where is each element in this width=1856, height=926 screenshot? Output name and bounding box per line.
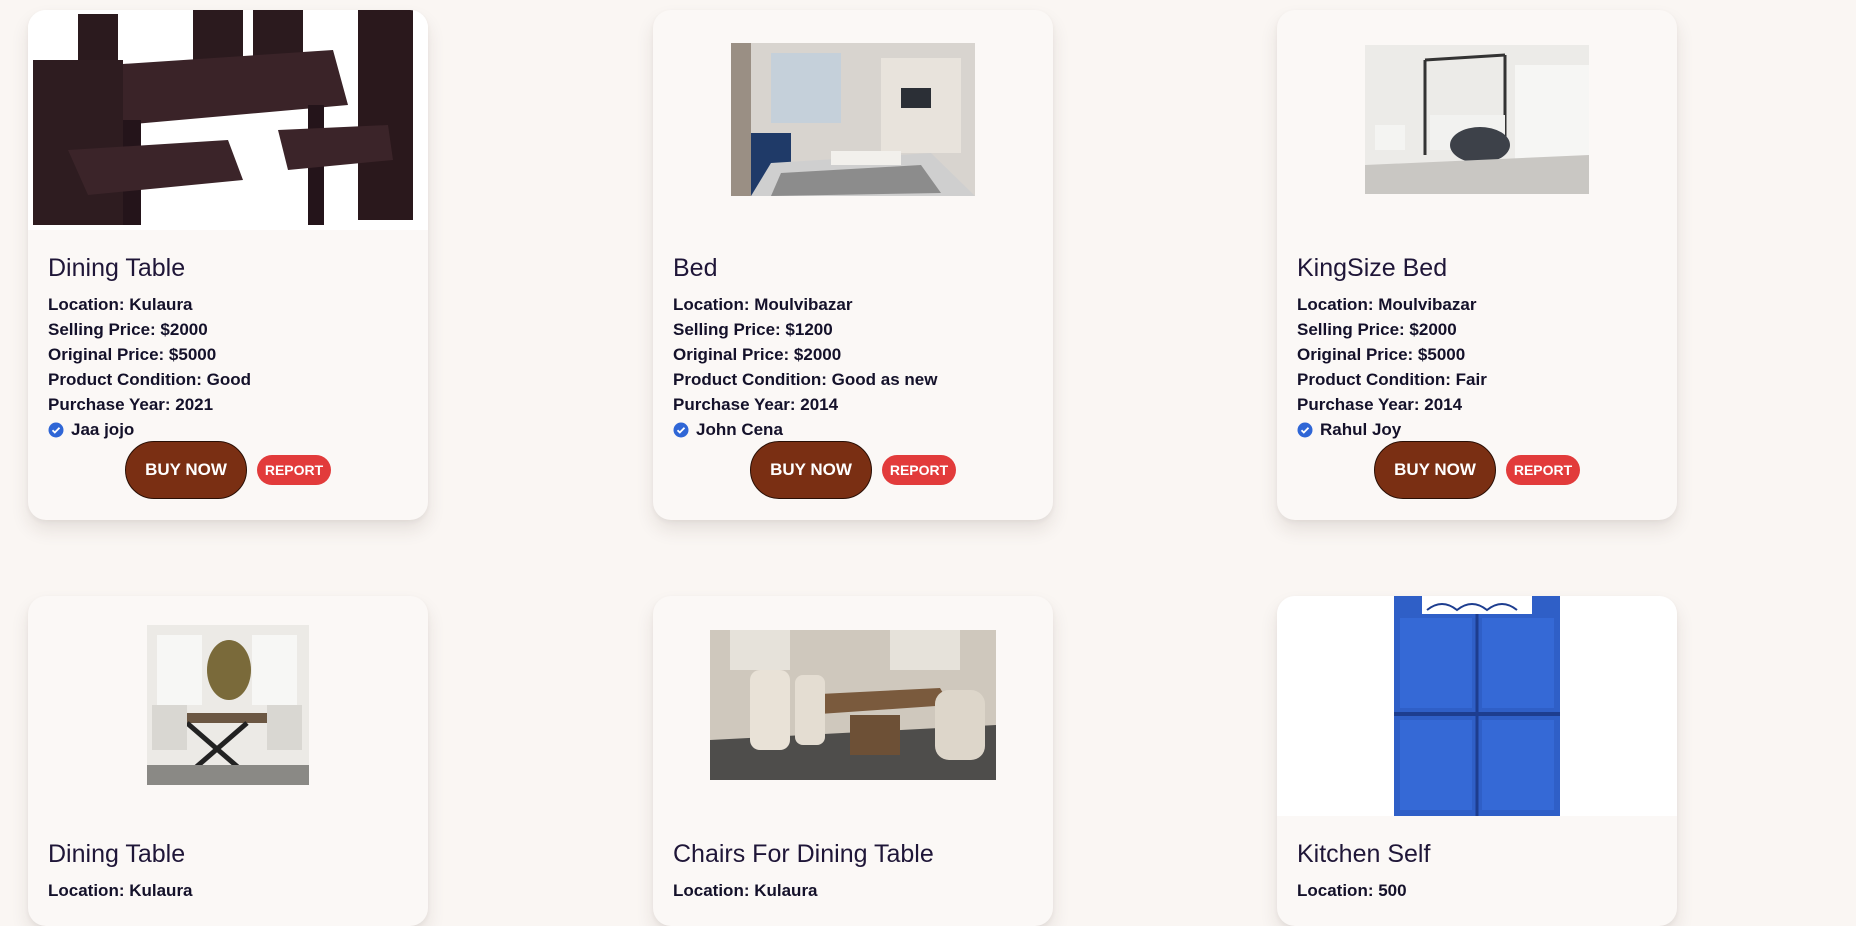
product-location: Location: Moulvibazar bbox=[1297, 295, 1477, 314]
product-location: Location: Kulaura bbox=[673, 881, 818, 900]
product-location: Location: Kulaura bbox=[48, 881, 193, 900]
verified-badge-icon bbox=[1297, 422, 1313, 437]
product-title: Dining Table bbox=[48, 254, 186, 282]
verified-badge-icon bbox=[48, 422, 64, 437]
seller: John Cena bbox=[673, 417, 937, 442]
product-title: Kitchen Self bbox=[1297, 840, 1431, 868]
seller: Rahul Joy bbox=[1297, 417, 1487, 442]
product-location: Location: Kulaura bbox=[48, 295, 193, 314]
product-details: Location: Moulvibazar Selling Price: $12… bbox=[673, 292, 937, 442]
product-image bbox=[653, 596, 1053, 816]
original-price: Original Price: $2000 bbox=[673, 345, 842, 364]
product-title: Chairs For Dining Table bbox=[673, 840, 934, 868]
report-button[interactable]: REPORT bbox=[257, 455, 331, 485]
product-details: Location: 500 bbox=[1297, 878, 1407, 903]
purchase-year: Purchase Year: 2014 bbox=[673, 395, 839, 414]
product-details: Location: Moulvibazar Selling Price: $20… bbox=[1297, 292, 1487, 442]
product-image bbox=[1277, 596, 1677, 816]
product-card: Dining Table Location: Kulaura bbox=[28, 596, 428, 926]
product-condition: Product Condition: Good as new bbox=[673, 370, 938, 389]
seller-name[interactable]: John Cena bbox=[696, 417, 783, 442]
product-title: Bed bbox=[673, 254, 718, 282]
product-image bbox=[28, 596, 428, 816]
seller-name[interactable]: Rahul Joy bbox=[1320, 417, 1401, 442]
product-condition: Product Condition: Good bbox=[48, 370, 252, 389]
product-details: Location: Kulaura bbox=[48, 878, 193, 903]
seller: Jaa jojo bbox=[48, 417, 251, 442]
product-details: Location: Kulaura Selling Price: $2000 O… bbox=[48, 292, 251, 442]
product-location: Location: 500 bbox=[1297, 881, 1407, 900]
buy-now-button[interactable]: BUY NOW bbox=[1374, 441, 1496, 499]
product-location: Location: Moulvibazar bbox=[673, 295, 853, 314]
report-button[interactable]: REPORT bbox=[1506, 455, 1580, 485]
card-actions: BUY NOW REPORT bbox=[653, 441, 1053, 499]
original-price: Original Price: $5000 bbox=[48, 345, 217, 364]
card-actions: BUY NOW REPORT bbox=[1277, 441, 1677, 499]
product-title: Dining Table bbox=[48, 840, 186, 868]
purchase-year: Purchase Year: 2014 bbox=[1297, 395, 1463, 414]
selling-price: Selling Price: $2000 bbox=[1297, 320, 1457, 339]
buy-now-button[interactable]: BUY NOW bbox=[125, 441, 247, 499]
selling-price: Selling Price: $1200 bbox=[673, 320, 833, 339]
selling-price: Selling Price: $2000 bbox=[48, 320, 208, 339]
product-image bbox=[28, 10, 428, 230]
product-card: Bed Location: Moulvibazar Selling Price:… bbox=[653, 10, 1053, 520]
seller-name[interactable]: Jaa jojo bbox=[71, 417, 134, 442]
product-condition: Product Condition: Fair bbox=[1297, 370, 1487, 389]
report-button[interactable]: REPORT bbox=[882, 455, 956, 485]
card-actions: BUY NOW REPORT bbox=[28, 441, 428, 499]
product-image bbox=[1277, 10, 1677, 230]
buy-now-button[interactable]: BUY NOW bbox=[750, 441, 872, 499]
product-image bbox=[653, 10, 1053, 230]
product-card: Kitchen Self Location: 500 bbox=[1277, 596, 1677, 926]
product-card: Dining Table Location: Kulaura Selling P… bbox=[28, 10, 428, 520]
product-title: KingSize Bed bbox=[1297, 254, 1448, 282]
original-price: Original Price: $5000 bbox=[1297, 345, 1466, 364]
verified-badge-icon bbox=[673, 422, 689, 437]
product-card: KingSize Bed Location: Moulvibazar Selli… bbox=[1277, 10, 1677, 520]
product-card: Chairs For Dining Table Location: Kulaur… bbox=[653, 596, 1053, 926]
product-details: Location: Kulaura bbox=[673, 878, 818, 903]
purchase-year: Purchase Year: 2021 bbox=[48, 395, 214, 414]
